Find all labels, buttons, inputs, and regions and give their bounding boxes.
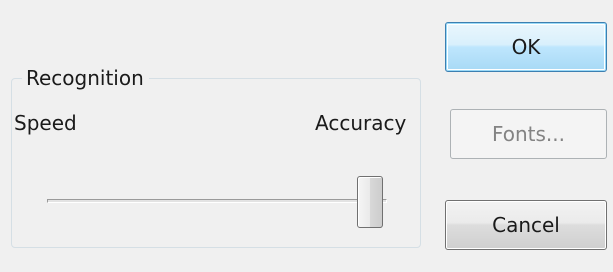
accuracy-label: Accuracy	[315, 111, 407, 135]
ok-button[interactable]: OK	[445, 22, 607, 72]
fonts-button[interactable]: Fonts...	[450, 109, 607, 159]
cancel-button[interactable]: Cancel	[445, 200, 607, 250]
recognition-slider-track[interactable]	[47, 199, 387, 203]
recognition-slider-thumb[interactable]	[357, 176, 383, 228]
recognition-group-title: Recognition	[22, 65, 149, 91]
speed-label: Speed	[14, 111, 77, 135]
